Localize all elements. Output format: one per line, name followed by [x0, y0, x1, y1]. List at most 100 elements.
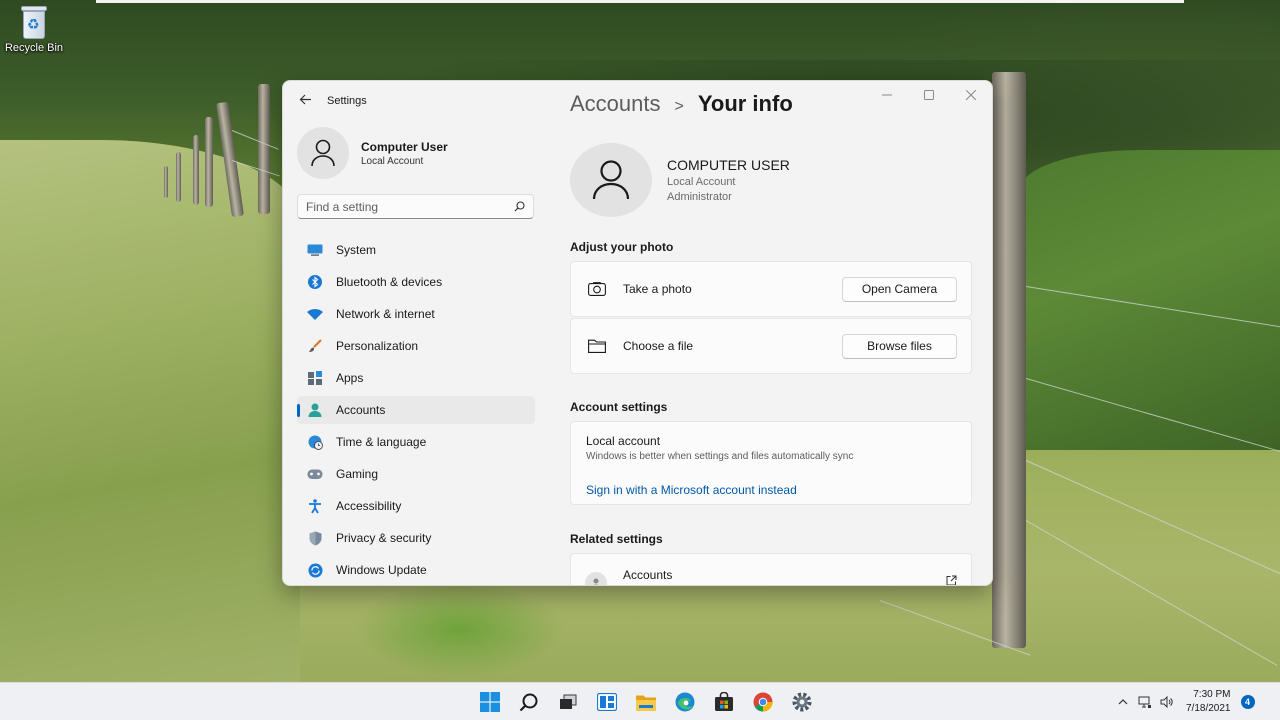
gamepad-icon [307, 466, 323, 482]
sidebar-item-bluetooth-devices[interactable]: Bluetooth & devices [297, 268, 535, 296]
chrome-button[interactable] [743, 685, 782, 719]
taskbar-search-button[interactable] [509, 685, 548, 719]
file-explorer-icon [635, 695, 656, 711]
top-edge-strip [96, 0, 1184, 3]
user-info: COMPUTER USER Local Account Administrato… [570, 143, 790, 217]
task-view-button[interactable] [548, 685, 587, 719]
store-button[interactable] [704, 685, 743, 719]
network-tray-button[interactable] [1134, 691, 1156, 713]
notification-badge[interactable]: 4 [1240, 695, 1255, 709]
back-button[interactable] [295, 91, 315, 111]
microsoft-account-signin-link[interactable]: Sign in with a Microsoft account instead [586, 483, 956, 497]
breadcrumb-separator: > [674, 98, 684, 115]
related-accounts-card[interactable]: Accounts [570, 553, 972, 585]
taskbar-clock[interactable]: 7:30 PM 7/18/2021 [1186, 688, 1231, 716]
volume-tray-button[interactable] [1156, 691, 1178, 713]
open-camera-button[interactable]: Open Camera [842, 276, 957, 302]
sidebar-item-personalization[interactable]: Personalization [297, 332, 535, 360]
fence-wire [1025, 520, 1278, 666]
person-icon [311, 139, 335, 167]
settings-icon [792, 692, 811, 712]
sidebar-item-windows-update[interactable]: Windows Update [297, 556, 535, 584]
shield-icon [307, 530, 323, 546]
user-account-type: Local Account [667, 176, 736, 188]
update-icon [307, 562, 323, 578]
sidebar-item-label: Bluetooth & devices [336, 275, 443, 289]
widgets-button[interactable] [587, 685, 626, 719]
sidebar-item-privacy-security[interactable]: Privacy & security [297, 524, 535, 552]
search-box[interactable] [297, 194, 534, 219]
account-settings-heading: Account settings [570, 400, 668, 414]
settings-window: Settings Computer User Local Account Sys… [282, 80, 993, 586]
external-link-icon [946, 575, 957, 585]
related-settings-heading: Related settings [570, 532, 663, 546]
fence-post [176, 152, 181, 202]
taskbar: 7:30 PM 7/18/2021 4 [0, 682, 1280, 720]
store-icon [714, 692, 733, 711]
main-content: Accounts > Your info COMPUTER USER Local… [570, 81, 992, 585]
sidebar-item-label: Apps [336, 371, 364, 385]
wallpaper-hill-right [1020, 150, 1280, 450]
sidebar-item-accounts[interactable]: Accounts [297, 396, 535, 424]
recycle-bin-shortcut[interactable]: ♻ Recycle Bin [2, 3, 66, 61]
system-tray: 7:30 PM 7/18/2021 4 [1112, 683, 1255, 720]
sidebar-profile[interactable]: Computer User Local Account [297, 127, 448, 179]
camera-icon [587, 279, 607, 299]
sidebar-item-network-internet[interactable]: Network & internet [297, 300, 535, 328]
fence-post [193, 135, 199, 205]
show-hidden-icons-button[interactable] [1112, 691, 1134, 713]
choose-file-label: Choose a file [623, 339, 694, 353]
accessibility-icon [307, 498, 323, 514]
recycle-bin-icon: ♻ [19, 6, 49, 40]
fence-post [258, 84, 270, 214]
avatar [297, 127, 349, 179]
search-icon [519, 693, 538, 711]
sidebar-item-label: Accessibility [336, 499, 402, 513]
recycle-bin-label: Recycle Bin [4, 42, 64, 54]
take-photo-card: Take a photo Open Camera [570, 261, 972, 317]
sidebar-item-system[interactable]: System [297, 236, 535, 264]
choose-file-card: Choose a file Browse files [570, 318, 972, 374]
widgets-icon [596, 693, 617, 711]
file-explorer-button[interactable] [626, 685, 665, 719]
start-icon [479, 692, 500, 712]
sidebar-item-gaming[interactable]: Gaming [297, 460, 535, 488]
globe-clock-icon [307, 434, 323, 450]
chrome-icon [753, 692, 772, 712]
fence-post [205, 117, 213, 207]
related-accounts-label: Accounts [623, 568, 673, 582]
taskbar-apps [470, 683, 821, 720]
person-icon [592, 160, 630, 200]
user-role: Administrator [667, 191, 732, 203]
sidebar-item-label: Network & internet [336, 307, 435, 321]
start-button[interactable] [470, 685, 509, 719]
person-icon [307, 402, 323, 418]
local-account-description: Windows is better when settings and file… [586, 451, 854, 462]
folder-icon [587, 336, 607, 356]
wallpaper-grass-left [0, 140, 300, 682]
search-input[interactable] [306, 199, 514, 214]
avatar [570, 143, 652, 217]
profile-account-type: Local Account [361, 155, 424, 167]
sidebar-item-accessibility[interactable]: Accessibility [297, 492, 535, 520]
sidebar-item-label: Time & language [336, 435, 427, 449]
speaker-icon [1160, 696, 1173, 708]
browse-files-button[interactable]: Browse files [842, 333, 957, 359]
page-title: Your info [697, 91, 793, 116]
sidebar-nav: System Bluetooth & devices Network & int… [297, 236, 535, 585]
edge-button[interactable] [665, 685, 704, 719]
sidebar-item-apps[interactable]: Apps [297, 364, 535, 392]
sidebar-item-label: Windows Update [336, 563, 427, 577]
sidebar-item-time-language[interactable]: Time & language [297, 428, 535, 456]
window-title: Settings [327, 95, 367, 107]
fence-post [164, 166, 168, 198]
sidebar-item-label: Accounts [336, 403, 386, 417]
profile-name: Computer User [361, 139, 448, 154]
breadcrumb-parent-link[interactable]: Accounts [570, 91, 661, 117]
clock-date: 7/18/2021 [1186, 703, 1231, 714]
apps-icon [307, 370, 323, 386]
settings-taskbar-button[interactable] [782, 685, 821, 719]
adjust-photo-heading: Adjust your photo [570, 240, 674, 254]
arrow-left-icon [299, 94, 311, 105]
monitor-icon [307, 242, 323, 258]
